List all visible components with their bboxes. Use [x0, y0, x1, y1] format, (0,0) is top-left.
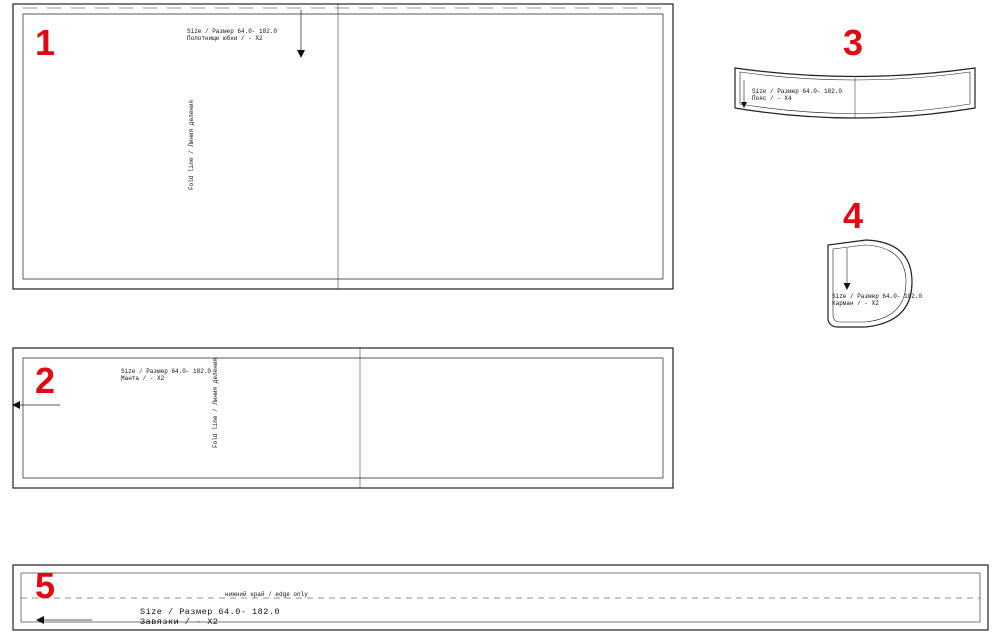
piece2-size-text: Size / Размер 64.0- 182.0	[121, 368, 211, 375]
piece1-name-text: Полотнище юбки / - X2	[187, 35, 263, 42]
piece3-size-text: Size / Размер 64.0- 182.0	[752, 88, 842, 95]
pattern-piece-5: нижний край / edge only Size / Размер 64…	[13, 565, 988, 630]
pattern-piece-4: Size / Размер 64.0- 182.0 Карман / - X2	[828, 240, 922, 327]
piece1-size-text: Size / Размер 64.0- 182.0	[187, 28, 277, 35]
piece1-fold-text: Fold line / Линия деления	[188, 100, 195, 190]
piece4-name-text: Карман / - X2	[832, 300, 879, 307]
pattern-piece-1: Size / Размер 64.0- 182.0 Полотнище юбки…	[13, 4, 673, 289]
piece-number-2: 2	[35, 360, 55, 401]
piece5-center-text: нижний край / edge only	[225, 591, 308, 598]
piece-number-3: 3	[843, 22, 863, 63]
pattern-piece-3: Size / Размер 64.0- 182.0 Пояс / - X4	[735, 68, 975, 118]
pattern-piece-2: Size / Размер 64.0- 182.0 Манта / - X2 F…	[12, 348, 673, 488]
piece3-name-text: Пояс / - X4	[752, 95, 792, 102]
piece-number-1: 1	[35, 22, 55, 63]
piece2-fold-text: Fold line / Линия деления	[212, 358, 219, 448]
piece2-name-text: Манта / - X2	[121, 375, 165, 382]
piece4-size-text: Size / Размер 64.0- 182.0	[832, 293, 922, 300]
piece5-name-text: Завязки / - X2	[140, 617, 218, 627]
piece-number-5: 5	[35, 565, 55, 606]
piece-number-4: 4	[843, 195, 863, 236]
piece5-size-text: Size / Размер 64.0- 182.0	[140, 607, 280, 617]
